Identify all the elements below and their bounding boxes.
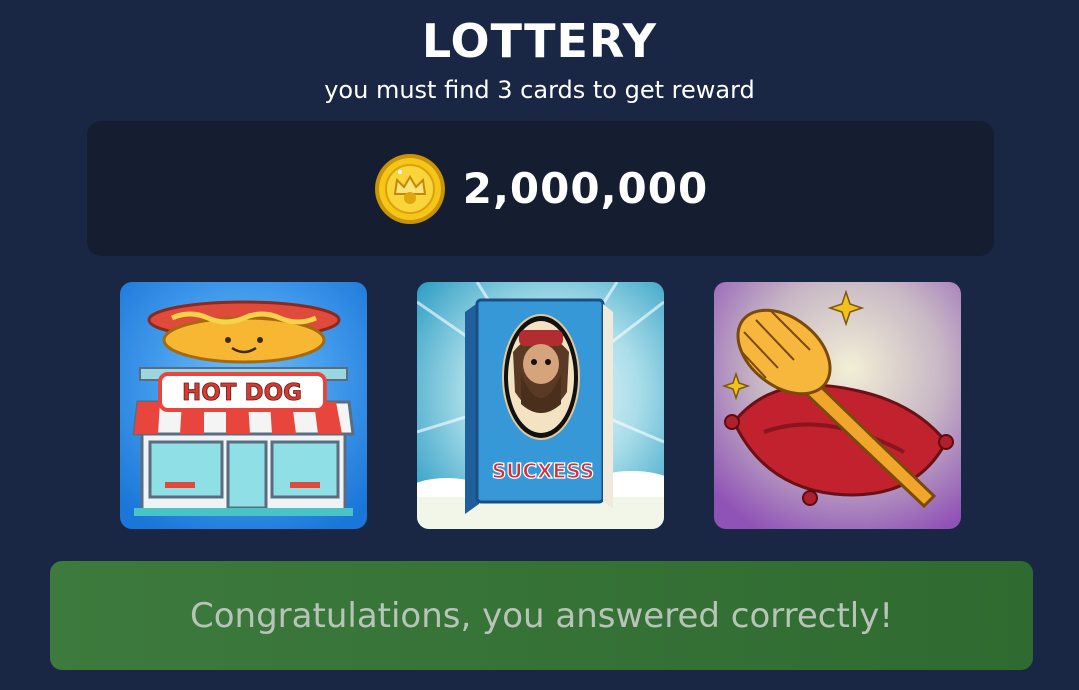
page-title: LOTTERY <box>421 14 658 68</box>
book-title-text: SUCXESS <box>492 459 594 483</box>
card-brush[interactable] <box>714 282 961 529</box>
reward-amount: 2,000,000 <box>462 164 709 213</box>
gold-coin-icon <box>374 153 445 224</box>
page-subtitle: you must find 3 cards to get reward <box>324 76 755 104</box>
toilet-brush-pillow-image <box>714 282 961 529</box>
card-hot-dog[interactable]: HOT DOG <box>120 282 367 529</box>
card-book[interactable]: SUCXESS <box>417 282 664 529</box>
result-banner: Congratulations, you answered correctly! <box>50 561 1033 670</box>
book-image: SUCXESS <box>417 282 664 529</box>
result-message: Congratulations, you answered correctly! <box>190 595 893 636</box>
hot-dog-stand-image: HOT DOG <box>120 282 367 529</box>
reward-panel: 2,000,000 <box>87 121 994 256</box>
hot-dog-sign-text: HOT DOG <box>182 380 302 406</box>
